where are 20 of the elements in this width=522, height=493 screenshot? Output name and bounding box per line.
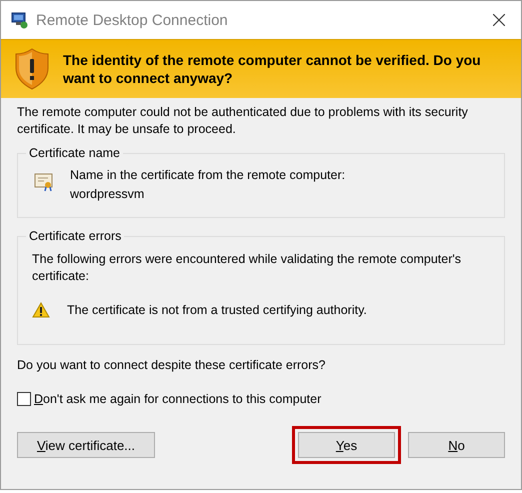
close-icon[interactable] [493, 14, 505, 26]
certificate-caption: Name in the certificate from the remote computer: [70, 167, 346, 184]
certificate-name: wordpressvm [70, 186, 146, 203]
error-text: The certificate is not from a trusted certifying authority. [67, 303, 367, 317]
checkbox-label[interactable]: Don't ask me again for connections to this computer [34, 392, 322, 406]
app-icon [11, 11, 29, 29]
certificate-icon [34, 172, 54, 192]
yes-button[interactable]: Yes [298, 432, 395, 458]
view-certificate-button[interactable]: View certificate... [17, 432, 155, 458]
window-title: Remote Desktop Connection [36, 12, 229, 28]
no-button[interactable]: No [408, 432, 505, 458]
errors-intro: The following errors were encountered while validating the remote computer's certificate: [32, 251, 462, 285]
intro-text: The remote computer could not be authenticated due to problems with its security certificate. It may be unsafe to proceed. [17, 104, 469, 138]
warning-shield-icon [15, 48, 49, 90]
warning-icon [32, 302, 50, 318]
warning-message: The identity of the remote computer cannot be verified. Do you want to connect anyway? [63, 51, 482, 87]
group-label: Certificate name [28, 146, 122, 160]
question-text: Do you want to connect despite these certificate errors? [17, 357, 326, 374]
group-label: Certificate errors [28, 229, 122, 243]
checkbox[interactable] [17, 392, 31, 406]
